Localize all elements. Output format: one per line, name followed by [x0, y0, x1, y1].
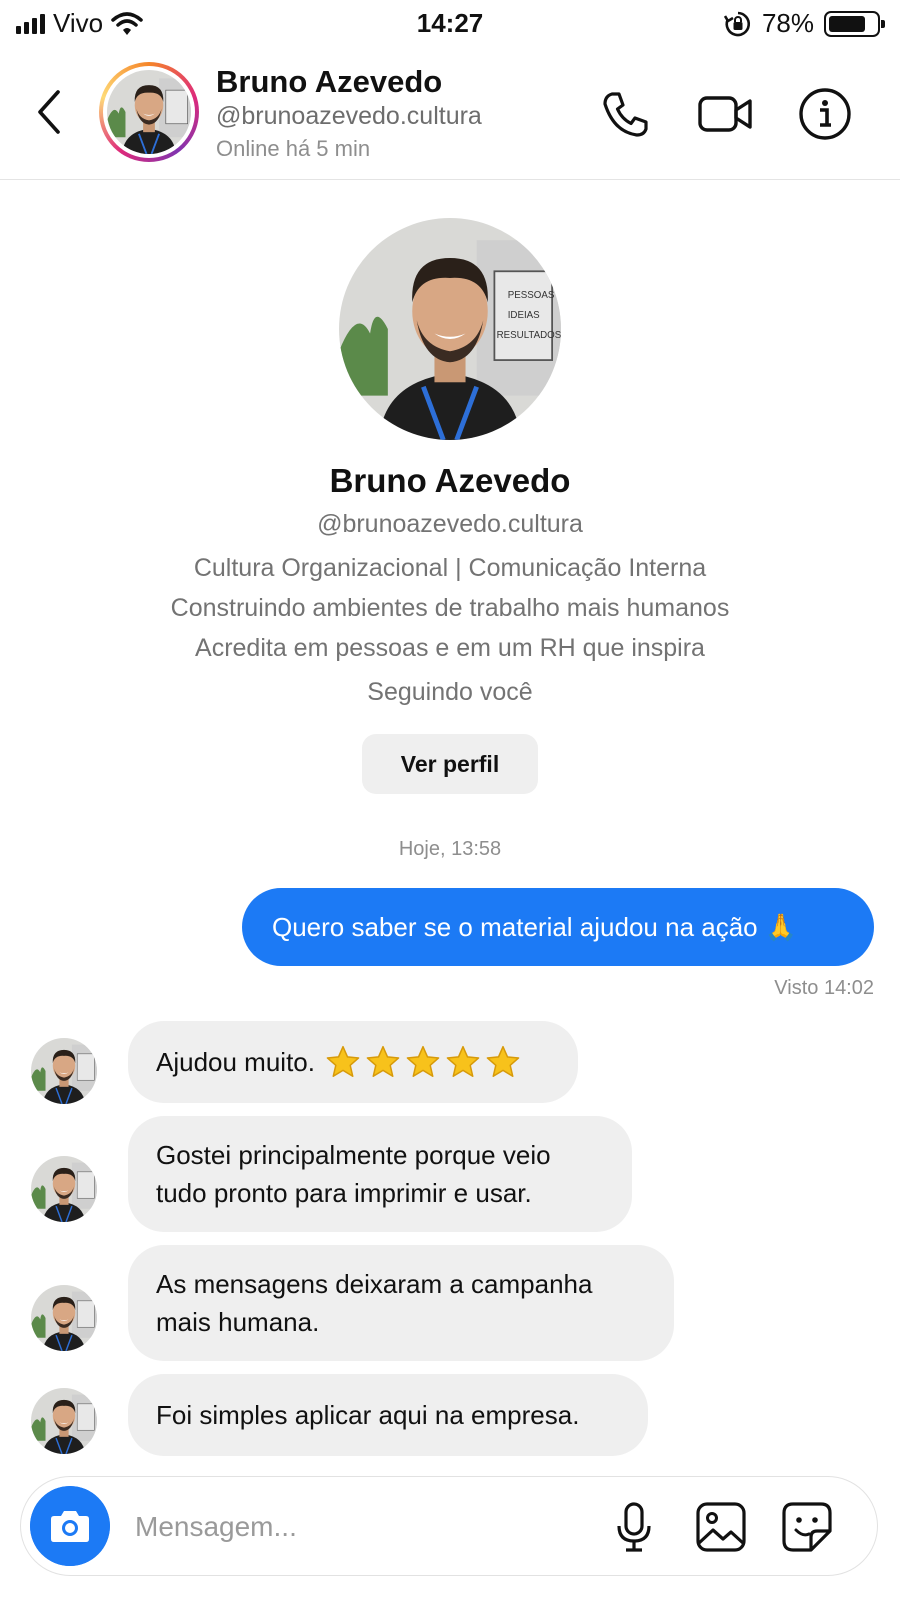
profile-name: Bruno Azevedo [329, 462, 571, 499]
incoming-message[interactable]: Gostei principalmente porque veio tudo p… [128, 1116, 632, 1232]
video-camera-icon[interactable] [697, 86, 753, 142]
incoming-message-row: Gostei principalmente porque veio tudo p… [0, 1116, 900, 1236]
message-text: Foi simples aplicar aqui na empresa. [156, 1400, 580, 1430]
info-icon[interactable] [797, 86, 853, 142]
bio-line: Cultura Organizacional | Comunicação Int… [193, 554, 707, 582]
status-bar: Vivo 14:27 78% [0, 0, 900, 48]
battery-icon [824, 10, 885, 37]
sender-avatar[interactable] [31, 1156, 97, 1222]
message-text: As mensagens deixaram a campanha mais hu… [156, 1269, 593, 1337]
avatar-photo [107, 70, 191, 154]
phone-icon[interactable] [598, 86, 654, 142]
bio-line: Acredita em pessoas e em um RH que inspi… [195, 634, 705, 662]
incoming-message[interactable]: As mensagens deixaram a campanha mais hu… [128, 1245, 674, 1361]
message-text: Quero saber se o material ajudou na ação… [272, 911, 798, 942]
sign-line-3: RESULTADOS [497, 330, 561, 341]
sender-avatar[interactable] [31, 1388, 97, 1454]
online-status: Online há 5 min [216, 136, 371, 161]
follow-status: Seguindo você [367, 678, 533, 706]
star-icon [406, 1045, 440, 1077]
sender-avatar[interactable] [31, 1038, 97, 1104]
contact-name[interactable]: Bruno Azevedo [216, 64, 442, 100]
incoming-message-row: Ajudou muito. [0, 1015, 900, 1105]
seen-receipt: Visto 14:02 [774, 977, 874, 999]
back-button[interactable] [28, 82, 72, 142]
header-avatar[interactable] [99, 62, 199, 162]
gallery-icon[interactable] [693, 1499, 749, 1555]
outgoing-message[interactable]: Quero saber se o material ajudou na ação… [242, 888, 874, 966]
message-text: Gostei principalmente porque veio tudo p… [156, 1140, 551, 1208]
star-rating [325, 1044, 521, 1080]
message-composer [20, 1476, 878, 1576]
sender-avatar[interactable] [31, 1285, 97, 1351]
contact-handle: @brunoazevedo.cultura [216, 102, 482, 130]
incoming-message-row: As mensagens deixaram a campanha mais hu… [0, 1245, 900, 1365]
camera-button[interactable] [30, 1486, 110, 1566]
star-icon [366, 1045, 400, 1077]
incoming-message[interactable]: Foi simples aplicar aqui na empresa. [128, 1374, 648, 1456]
star-icon [486, 1045, 520, 1077]
star-icon [326, 1045, 360, 1077]
bio-line: Construindo ambientes de trabalho mais h… [170, 594, 730, 622]
chat-header: Bruno Azevedo @brunoazevedo.cultura Onli… [0, 56, 900, 180]
status-right: 78% [723, 8, 885, 39]
sign-line-1: PESSOAS [508, 290, 555, 301]
message-input[interactable] [135, 1502, 555, 1552]
incoming-message[interactable]: Ajudou muito. [128, 1021, 578, 1103]
battery-percent: 78% [761, 8, 814, 38]
profile-handle: @brunoazevedo.cultura [317, 510, 583, 538]
sign-line-2: IDEIAS [508, 310, 540, 321]
microphone-icon[interactable] [606, 1499, 662, 1555]
profile-photo[interactable]: PESSOAS IDEIAS RESULTADOS [339, 218, 561, 440]
view-profile-button[interactable]: Ver perfil [362, 734, 538, 794]
rotation-lock-icon [723, 11, 750, 36]
message-text: Ajudou muito. [156, 1047, 315, 1077]
chat-timestamp: Hoje, 13:58 [398, 838, 502, 860]
incoming-message-row: Foi simples aplicar aqui na empresa. [0, 1374, 900, 1464]
star-icon [446, 1045, 480, 1077]
sticker-icon[interactable] [779, 1499, 835, 1555]
